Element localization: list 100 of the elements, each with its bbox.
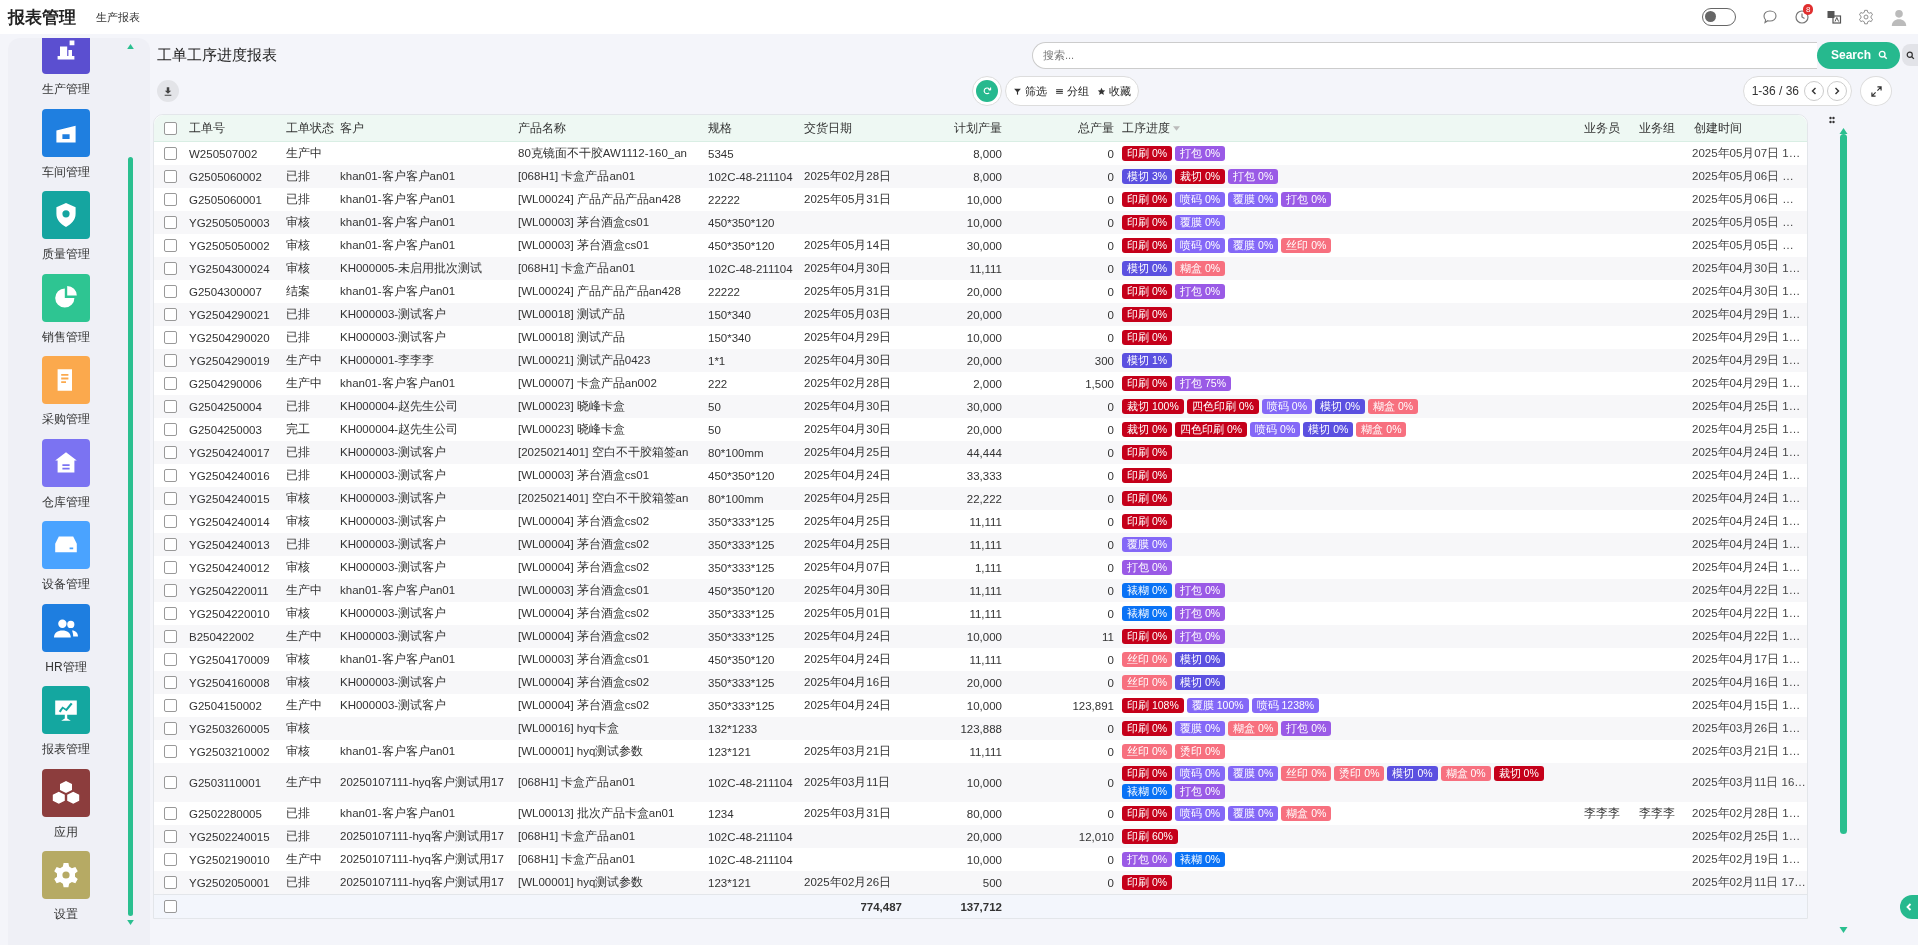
scroll-up-icon[interactable] (126, 44, 134, 49)
progress-tag: 印刷 0% (1122, 468, 1173, 483)
clock-icon[interactable] (1794, 9, 1810, 25)
column-header[interactable]: 工单号 (189, 120, 225, 136)
row-checkbox[interactable] (164, 699, 177, 712)
row-checkbox[interactable] (164, 607, 177, 620)
translate-icon[interactable] (1826, 9, 1842, 25)
settings-icon[interactable] (1858, 9, 1874, 25)
table-cell: 2025年04月29日 1… (1692, 307, 1801, 322)
row-checkbox[interactable] (164, 630, 177, 643)
toolbar-button[interactable]: 收藏 (1093, 83, 1135, 99)
row-checkbox[interactable] (164, 830, 177, 843)
row-checkbox[interactable] (164, 193, 177, 206)
row-checkbox[interactable] (164, 469, 177, 482)
sidebar-item[interactable]: 生产管理 (42, 38, 90, 109)
table-cell: 0 (1107, 853, 1114, 866)
sidebar-item[interactable]: 报表管理 (42, 686, 90, 769)
row-checkbox[interactable] (164, 308, 177, 321)
row-checkbox[interactable] (164, 170, 177, 183)
table-cell: 2025年02月26日 (804, 875, 892, 890)
row-checkbox[interactable] (164, 423, 177, 436)
column-header[interactable]: 工单状态 (286, 120, 334, 136)
row-checkbox[interactable] (164, 239, 177, 252)
row-checkbox[interactable] (164, 561, 177, 574)
row-checkbox[interactable] (164, 776, 177, 789)
column-header[interactable]: 工序进度 (1122, 120, 1170, 136)
column-header[interactable]: 规格 (708, 120, 732, 136)
expand-button[interactable] (1860, 76, 1892, 106)
row-checkbox[interactable] (164, 853, 177, 866)
chat-icon[interactable] (1762, 9, 1778, 25)
user-avatar[interactable] (1890, 8, 1908, 26)
sidebar-item[interactable]: 仓库管理 (42, 438, 90, 521)
sort-icon[interactable] (1173, 125, 1180, 131)
column-header[interactable]: 产品名称 (518, 120, 566, 136)
row-checkbox[interactable] (164, 216, 177, 229)
sidebar-item[interactable]: 设置 (42, 851, 90, 934)
search-field[interactable]: 搜索... (1032, 41, 1817, 69)
sidebar-item[interactable]: HR管理 (42, 603, 90, 686)
table-cell: 350*333*125 (708, 515, 775, 528)
column-header[interactable]: 业务员 (1584, 120, 1620, 136)
toolbar-button[interactable]: 分组 (1051, 83, 1093, 99)
table-cell: 80克镜面不干胶AW1112-160_an (518, 146, 687, 161)
progress-tag: 覆膜 0% (1228, 192, 1279, 207)
sidebar-item[interactable]: 车间管理 (42, 108, 90, 191)
row-checkbox[interactable] (164, 745, 177, 758)
row-checkbox[interactable] (164, 722, 177, 735)
collapse-tab[interactable] (1900, 895, 1918, 919)
download-button[interactable] (157, 80, 179, 102)
row-checkbox[interactable] (164, 876, 177, 889)
column-header[interactable]: 业务组 (1639, 120, 1675, 136)
row-checkbox[interactable] (164, 285, 177, 298)
progress-tag: 裁切 0% (1493, 766, 1544, 781)
table-cell: [2025021401] 空白不干胶箱签an (518, 491, 689, 506)
row-checkbox[interactable] (164, 147, 177, 160)
row-checkbox[interactable] (164, 807, 177, 820)
row-checkbox[interactable] (164, 377, 177, 390)
column-header[interactable]: 客户 (340, 120, 364, 136)
table-cell: 0 (1107, 876, 1114, 889)
table-cell: 2025年03月21日 1… (1692, 744, 1801, 759)
nav-link[interactable]: 生产报表 (96, 9, 140, 25)
column-header[interactable]: 交货日期 (804, 120, 852, 136)
row-checkbox[interactable] (164, 331, 177, 344)
column-header[interactable]: 总产量 (1078, 120, 1114, 136)
sidebar-item[interactable]: 设备管理 (42, 521, 90, 604)
sidebar-item[interactable]: 质量管理 (42, 191, 90, 274)
table-cell: 生产中 (286, 146, 322, 161)
table-cell: [WL00018] 测试产品 (518, 307, 625, 322)
row-checkbox[interactable] (164, 676, 177, 689)
table-cell: 20,000 (966, 676, 1002, 689)
table-cell: G2505060001 (189, 193, 262, 206)
scroll-down-icon[interactable] (126, 920, 134, 925)
sidebar-item[interactable]: 销售管理 (42, 273, 90, 356)
table-cell: [WL00004] 茅台酒盒cs02 (518, 514, 650, 529)
progress-tag: 印刷 108% (1122, 698, 1184, 713)
column-header[interactable]: 创建时间 (1694, 120, 1742, 136)
row-checkbox[interactable] (164, 900, 177, 913)
row-checkbox[interactable] (164, 538, 177, 551)
row-checkbox[interactable] (164, 653, 177, 666)
select-all-checkbox[interactable] (164, 121, 177, 135)
row-checkbox[interactable] (164, 584, 177, 597)
search-tab[interactable] (1902, 44, 1918, 66)
table-cell: 1*1 (708, 354, 726, 367)
total-value: 137,712 (960, 900, 1002, 913)
refresh-button[interactable] (976, 80, 998, 102)
sidebar-item[interactable]: 应用 (42, 768, 90, 851)
row-checkbox[interactable] (164, 262, 177, 275)
scrollbar[interactable] (127, 157, 133, 916)
column-header[interactable]: 计划产量 (954, 120, 1002, 136)
row-checkbox[interactable] (164, 492, 177, 505)
row-checkbox[interactable] (164, 515, 177, 528)
row-checkbox[interactable] (164, 446, 177, 459)
toggle-switch[interactable] (1702, 8, 1736, 26)
row-checkbox[interactable] (164, 354, 177, 367)
next-button[interactable] (1827, 81, 1847, 101)
previous-button[interactable] (1804, 81, 1824, 101)
row-checkbox[interactable] (164, 400, 177, 413)
toolbar-button[interactable]: 筛选 (1009, 83, 1051, 99)
table-cell: 123*121 (708, 876, 751, 889)
sidebar-item[interactable]: 采购管理 (42, 356, 90, 439)
scroll-down-icon[interactable] (1838, 927, 1848, 933)
